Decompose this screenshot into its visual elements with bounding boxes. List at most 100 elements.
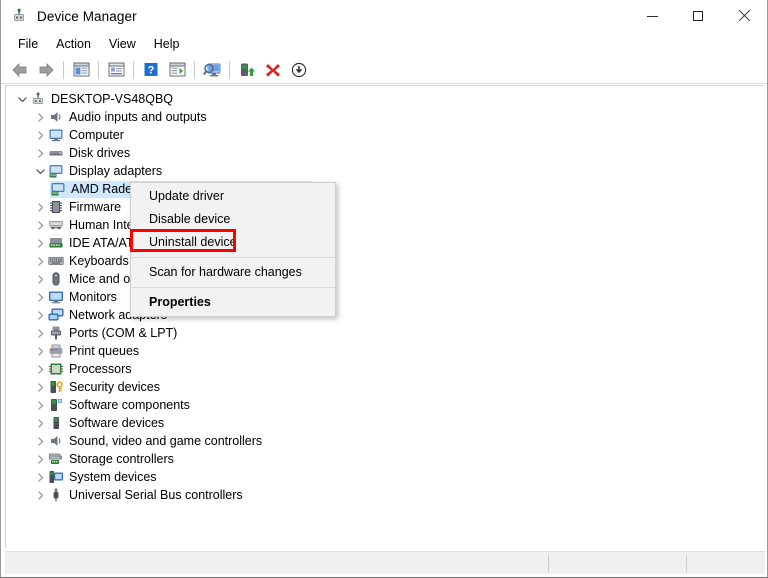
window-controls [629, 0, 767, 32]
maximize-button[interactable] [675, 0, 721, 32]
menu-view[interactable]: View [100, 34, 145, 54]
chevron-right-icon[interactable] [32, 432, 48, 450]
tree-node-label: Audio inputs and outputs [69, 109, 207, 124]
tree-node-mice-and-other-pointing-devices[interactable]: Mice and other pointing devices [6, 270, 764, 288]
tree-node-label: Software components [69, 397, 190, 412]
toolbar: ? [1, 56, 767, 84]
toolbar-separator [133, 60, 134, 79]
speaker-icon [48, 109, 64, 125]
tree-node-audio-inputs-and-outputs[interactable]: Audio inputs and outputs [6, 108, 764, 126]
chevron-right-icon[interactable] [32, 252, 48, 270]
chevron-right-icon[interactable] [32, 144, 48, 162]
menu-help[interactable]: Help [145, 34, 189, 54]
tree-node-label: Disk drives [69, 145, 131, 160]
update-driver-button[interactable] [234, 58, 260, 82]
device-tree-pane[interactable]: DESKTOP-VS48QBQ Audio inputs and outputs [5, 85, 764, 548]
device-manager-icon [11, 8, 27, 24]
software-device-icon [48, 415, 64, 431]
chevron-right-icon[interactable] [32, 198, 48, 216]
tree-node-computer[interactable]: Computer [6, 126, 764, 144]
chevron-right-icon[interactable] [32, 306, 48, 324]
show-hide-console-tree-button[interactable] [68, 58, 94, 82]
chevron-right-icon[interactable] [32, 486, 48, 504]
tree-node-software-components[interactable]: Software components [6, 396, 764, 414]
forward-icon [39, 62, 54, 77]
minimize-button[interactable] [629, 0, 675, 32]
processor-icon [48, 361, 64, 377]
tree-node-human-interface-devices[interactable]: Human Interface Devices [6, 216, 764, 234]
tree-node-amd-radeon-graphics[interactable]: AMD Radeon(TM) Graphics [6, 180, 764, 198]
back-button[interactable] [7, 58, 33, 82]
chevron-right-icon[interactable] [32, 234, 48, 252]
chevron-right-icon[interactable] [32, 342, 48, 360]
tree-node-processors[interactable]: Processors [6, 360, 764, 378]
disk-drive-icon [48, 145, 64, 161]
help-icon: ? [144, 63, 158, 77]
tree-node-print-queues[interactable]: Print queues [6, 342, 764, 360]
tree-node-storage-controllers[interactable]: Storage controllers [6, 450, 764, 468]
tree-node-firmware[interactable]: Firmware [6, 198, 764, 216]
menu-bar: File Action View Help [1, 32, 767, 56]
title-bar: Device Manager [1, 0, 767, 32]
context-menu-item-scan-for-hardware-changes[interactable]: Scan for hardware changes [131, 261, 335, 284]
chevron-right-icon[interactable] [32, 450, 48, 468]
disable-device-icon [291, 62, 307, 77]
tree-node-keyboards[interactable]: Keyboards [6, 252, 764, 270]
tree-node-label: Display adapters [69, 163, 163, 178]
tree-node-sound-video-and-game-controllers[interactable]: Sound, video and game controllers [6, 432, 764, 450]
chevron-down-icon[interactable] [32, 162, 48, 180]
context-menu-item-properties[interactable]: Properties [131, 291, 335, 314]
tree-node-network-adapters[interactable]: Network adapters [6, 306, 764, 324]
disable-device-button[interactable] [286, 58, 312, 82]
menu-action[interactable]: Action [47, 34, 100, 54]
svg-text:?: ? [148, 65, 155, 77]
context-menu-item-update-driver[interactable]: Update driver [131, 185, 335, 208]
tree-node-disk-drives[interactable]: Disk drives [6, 144, 764, 162]
chevron-right-icon[interactable] [32, 468, 48, 486]
chevron-right-icon[interactable] [32, 108, 48, 126]
chevron-right-icon[interactable] [32, 414, 48, 432]
chevron-right-icon[interactable] [32, 216, 48, 234]
chevron-down-icon[interactable] [14, 90, 30, 108]
ide-controller-icon [48, 235, 64, 251]
tree-node-label: Security devices [69, 379, 161, 394]
tree-node-label: Ports (COM & LPT) [69, 325, 178, 340]
chevron-right-icon[interactable] [32, 270, 48, 288]
tree-node-display-adapters[interactable]: Display adapters [6, 162, 764, 180]
chevron-right-icon[interactable] [32, 126, 48, 144]
tree-node-label: Sound, video and game controllers [69, 433, 263, 448]
chevron-right-icon[interactable] [32, 288, 48, 306]
tree-node-root[interactable]: DESKTOP-VS48QBQ [6, 90, 764, 108]
tree-node-ports-com-and-lpt[interactable]: Ports (COM & LPT) [6, 324, 764, 342]
properties-button[interactable] [103, 58, 129, 82]
help-button[interactable]: ? [138, 58, 164, 82]
show-hide-action-pane-button[interactable] [164, 58, 190, 82]
close-button[interactable] [721, 0, 767, 32]
tree-node-software-devices[interactable]: Software devices [6, 414, 764, 432]
tree-node-universal-serial-bus-controllers[interactable]: Universal Serial Bus controllers [6, 486, 764, 504]
chevron-right-icon[interactable] [32, 396, 48, 414]
context-menu-item-disable-device[interactable]: Disable device [131, 208, 335, 231]
hid-icon [48, 217, 64, 233]
context-menu-item-uninstall-device[interactable]: Uninstall device [131, 231, 335, 254]
chevron-right-icon[interactable] [32, 378, 48, 396]
speaker-icon [48, 433, 64, 449]
context-menu[interactable]: Update driver Disable device Uninstall d… [130, 182, 336, 317]
minimize-icon [646, 16, 658, 17]
computer-root-icon [30, 91, 46, 107]
tree-node-ide-ata-atapi-controllers[interactable]: IDE ATA/ATAPI controllers [6, 234, 764, 252]
chevron-right-icon[interactable] [32, 360, 48, 378]
tree-node-label: Processors [69, 361, 132, 376]
tree-node-label: Storage controllers [69, 451, 174, 466]
tree-node-monitors[interactable]: Monitors [6, 288, 764, 306]
forward-button[interactable] [33, 58, 59, 82]
properties-icon [108, 62, 124, 77]
tree-node-security-devices[interactable]: Security devices [6, 378, 764, 396]
chevron-right-icon[interactable] [32, 324, 48, 342]
menu-file[interactable]: File [9, 34, 47, 54]
context-menu-separator [131, 287, 335, 288]
scan-for-hardware-changes-button[interactable] [199, 58, 225, 82]
uninstall-device-button[interactable] [260, 58, 286, 82]
security-device-icon [48, 379, 64, 395]
tree-node-system-devices[interactable]: System devices [6, 468, 764, 486]
